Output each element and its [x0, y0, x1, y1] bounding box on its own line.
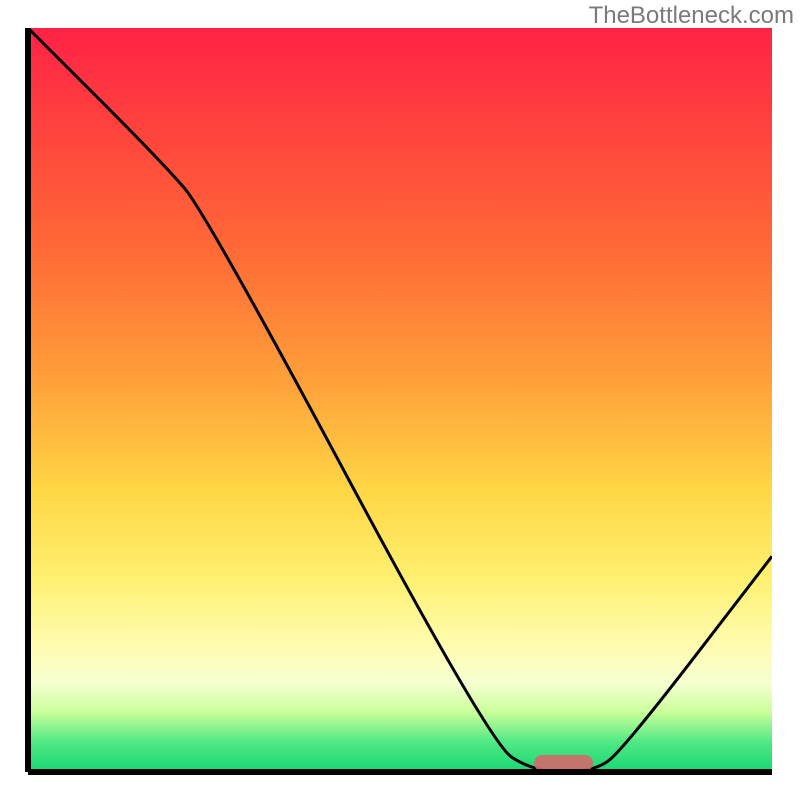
bottleneck-chart: TheBottleneck.com [0, 0, 800, 800]
watermark-text: TheBottleneck.com [589, 2, 794, 30]
optimal-range-marker [534, 755, 594, 771]
chart-gradient-background [28, 28, 772, 772]
